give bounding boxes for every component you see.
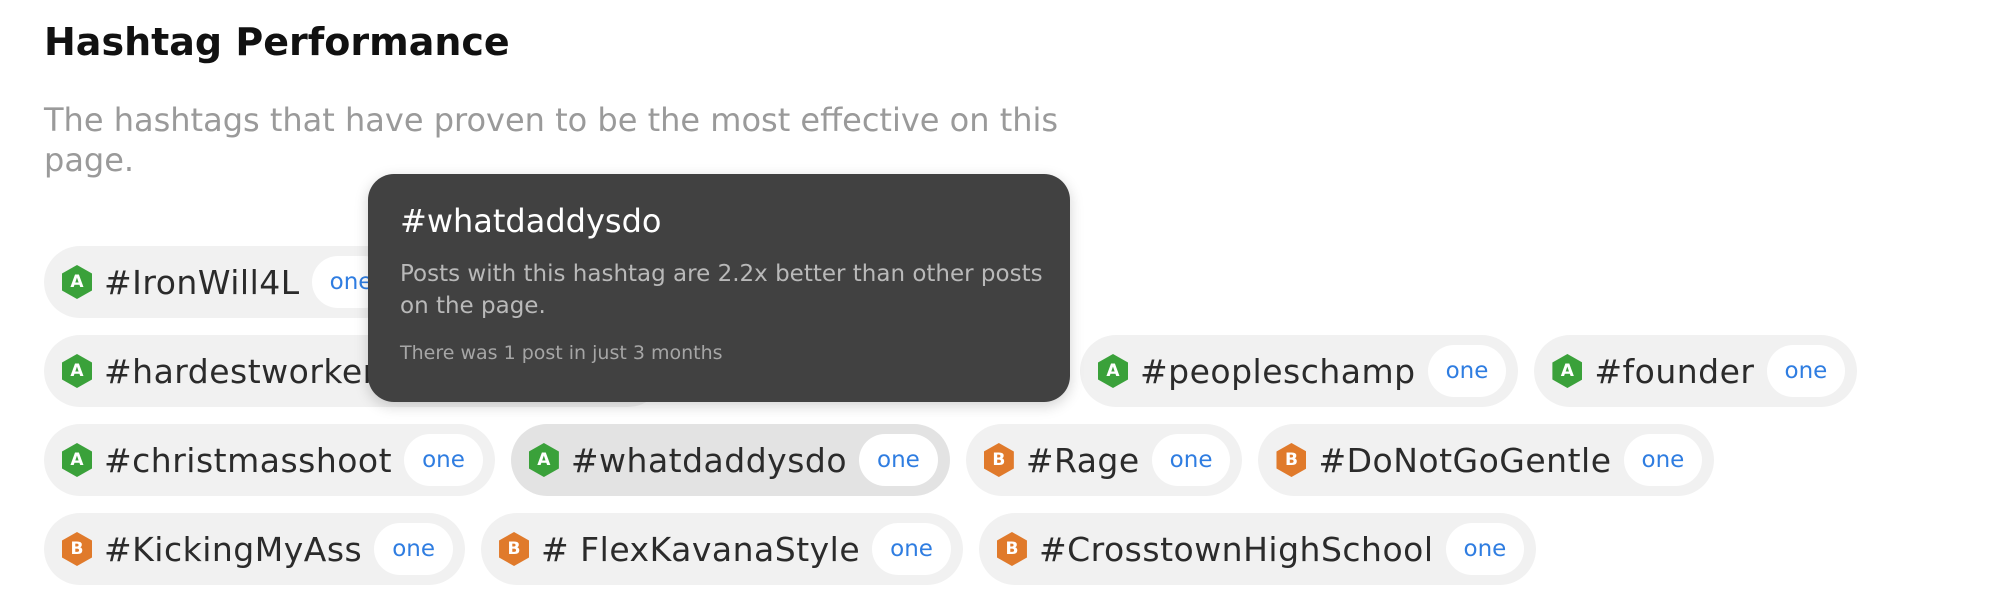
page-title: Hashtag Performance	[44, 20, 510, 64]
hashtag-chip-ironwill4l[interactable]: A #IronWill4L one	[44, 246, 403, 318]
hashtag-label: #hardestworker	[104, 351, 377, 391]
post-count: one	[404, 434, 483, 486]
hashtag-chip-donotgogentle[interactable]: B #DoNotGoGentle one	[1258, 424, 1715, 496]
post-count: one	[1151, 434, 1231, 486]
tooltip-footer: There was 1 post in just 3 months	[400, 342, 723, 364]
post-count: one	[1445, 523, 1525, 575]
post-count: one	[1766, 345, 1846, 397]
grade-badge-icon: B	[62, 532, 92, 566]
post-count: one	[872, 523, 951, 575]
hashtag-label: #DoNotGoGentle	[1318, 440, 1612, 480]
grade-badge-icon: A	[62, 443, 92, 477]
hashtag-chip-christmasshoot[interactable]: A #christmasshoot one	[44, 424, 495, 496]
post-count: one	[1427, 345, 1507, 397]
grade-badge-icon: A	[528, 443, 559, 477]
tooltip-title: #whatdaddysdo	[400, 202, 662, 240]
grade-badge-icon: A	[62, 354, 92, 388]
grade-badge-icon: A	[1098, 354, 1128, 388]
hashtag-label: #KickingMyAss	[104, 529, 363, 569]
hashtag-row-4: B #KickingMyAss one B # FlexKavanaStyle …	[44, 513, 1537, 585]
hashtag-label: # FlexKavanaStyle	[541, 529, 861, 569]
hashtag-label: #christmasshoot	[104, 440, 393, 480]
hashtag-chip-founder[interactable]: A #founder one	[1534, 335, 1858, 407]
post-count: one	[374, 523, 454, 575]
page-subtitle: The hashtags that have proven to be the …	[44, 101, 1059, 179]
grade-badge-icon: B	[499, 532, 530, 566]
hashtag-label: #founder	[1594, 351, 1755, 391]
hashtag-chip-rage[interactable]: B #Rage one	[965, 424, 1243, 496]
hashtag-label: #Rage	[1025, 440, 1140, 480]
hashtag-chip-kickingmyass[interactable]: B #KickingMyAss one	[44, 513, 466, 585]
hashtag-label: #peopleschamp	[1140, 351, 1416, 391]
grade-badge-icon: A	[1552, 354, 1583, 388]
hashtag-label: #whatdaddysdo	[570, 440, 848, 480]
hashtag-chip-whatdaddysdo[interactable]: A #whatdaddysdo one	[510, 424, 950, 496]
hashtag-label: #CrosstownHighSchool	[1038, 529, 1434, 569]
hashtag-label: #IronWill4L	[104, 262, 300, 302]
post-count: one	[1623, 434, 1703, 486]
grade-badge-icon: B	[996, 532, 1027, 566]
grade-badge-icon: A	[62, 265, 92, 299]
hashtag-chip-crosstownhighschool[interactable]: B #CrosstownHighSchool one	[978, 513, 1537, 585]
hashtag-chip-flexkavanastyle[interactable]: B # FlexKavanaStyle one	[481, 513, 963, 585]
hashtag-tooltip: #whatdaddysdo Posts with this hashtag ar…	[368, 174, 1070, 402]
hashtag-chip-peopleschamp[interactable]: A #peopleschamp one	[1080, 335, 1519, 407]
post-count: one	[859, 434, 938, 486]
grade-badge-icon: B	[983, 443, 1014, 477]
grade-badge-icon: B	[1276, 443, 1307, 477]
hashtag-row-3: A #christmasshoot one A #whatdaddysdo on…	[44, 424, 1715, 496]
tooltip-body: Posts with this hashtag are 2.2x better …	[400, 261, 1043, 319]
